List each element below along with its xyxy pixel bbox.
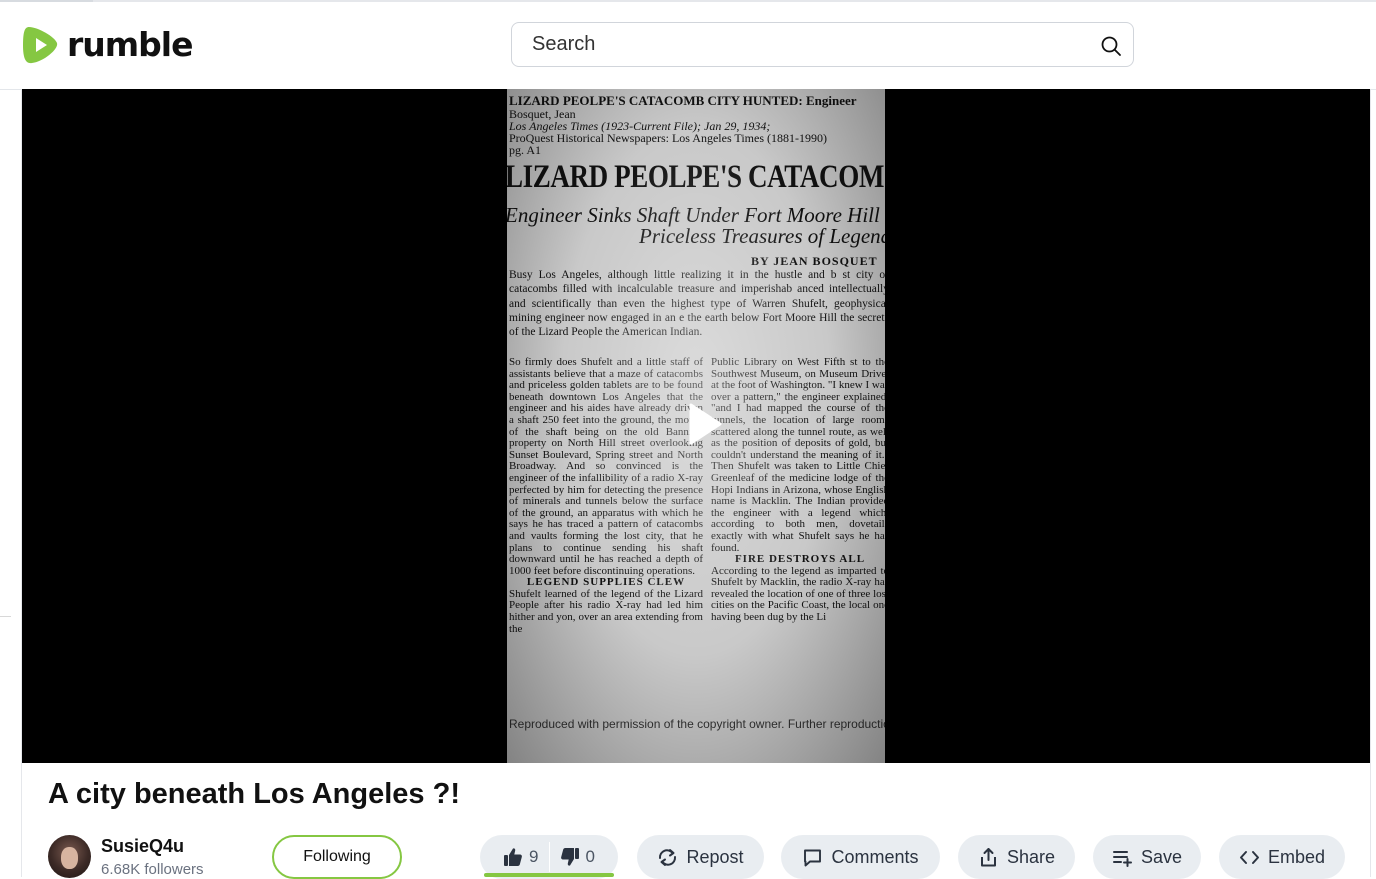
site-header: rumble [0, 2, 1376, 90]
comment-icon [804, 849, 822, 866]
clip-right-text: Public Library on West Fifth st to the S… [711, 356, 885, 554]
play-icon [689, 403, 722, 445]
channel-avatar[interactable] [48, 835, 91, 878]
thumbs-down-icon [560, 848, 579, 866]
repost-label: Repost [686, 846, 744, 867]
clip-meta-title: LIZARD PEOLPE'S CATACOMB CITY HUNTED: En… [509, 93, 857, 108]
repost-button[interactable]: Repost [637, 835, 764, 879]
clip-subhead-2: Priceless Treasures of Legenda [639, 224, 885, 248]
avatar-face [61, 847, 78, 869]
playlist-add-icon [1112, 850, 1132, 867]
following-button[interactable]: Following [272, 835, 402, 879]
clip-left-column: So firmly does Shufelt and a little staf… [509, 356, 703, 635]
comments-button[interactable]: Comments [781, 835, 940, 879]
clip-intro: Busy Los Angeles, although little realiz… [509, 269, 885, 339]
clip-left-text: So firmly does Shufelt and a little staf… [509, 356, 703, 577]
search-icon[interactable] [1100, 35, 1122, 57]
code-icon [1239, 850, 1259, 864]
comments-label: Comments [831, 846, 919, 867]
video-title: A city beneath Los Angeles ?! [48, 778, 460, 810]
embed-label: Embed [1267, 846, 1326, 867]
clip-headline: LIZARD PEOLPE'S CATACOM [507, 159, 884, 195]
rumble-logo[interactable]: rumble [22, 25, 193, 65]
clip-right-text-2: According to the legend as imparted to S… [711, 564, 885, 624]
clip-meta-page: pg. A1 [509, 143, 542, 157]
clip-meta-database: ProQuest Historical Newspapers: Los Ange… [509, 131, 827, 145]
save-button[interactable]: Save [1093, 835, 1201, 879]
save-label: Save [1140, 846, 1183, 867]
thumbs-up-icon [504, 848, 522, 866]
dislike-count: 0 [585, 847, 595, 866]
channel-name[interactable]: SusieQ4u [101, 836, 184, 857]
video-player[interactable]: LIZARD PEOLPE'S CATACOMB CITY HUNTED: En… [22, 89, 1370, 763]
clip-right-column: Public Library on West Fifth st to the S… [711, 356, 885, 624]
clip-copyright: Reproduced with permission of the copyri… [509, 717, 885, 731]
share-button[interactable]: Share [958, 835, 1075, 879]
clip-right-heading: FIRE DESTROYS ALL [734, 553, 866, 566]
play-button[interactable] [678, 399, 728, 449]
sidebar-edge [0, 616, 11, 617]
repost-icon [659, 848, 677, 866]
rumble-logo-icon [23, 27, 58, 64]
share-label: Share [1006, 846, 1056, 867]
like-count: 9 [529, 847, 539, 866]
embed-button[interactable]: Embed [1219, 835, 1345, 879]
search-input[interactable] [532, 23, 1092, 66]
clip-left-text-2: Shufelt learned of the legend of the Liz… [509, 587, 703, 635]
share-icon [980, 847, 996, 866]
like-ratio-bar [484, 873, 614, 877]
rumble-wordmark: rumble [67, 25, 193, 64]
search-box [511, 22, 1134, 67]
clip-byline: BY JEAN BOSQUET [751, 254, 878, 268]
follower-count: 6.68K followers [101, 861, 204, 878]
